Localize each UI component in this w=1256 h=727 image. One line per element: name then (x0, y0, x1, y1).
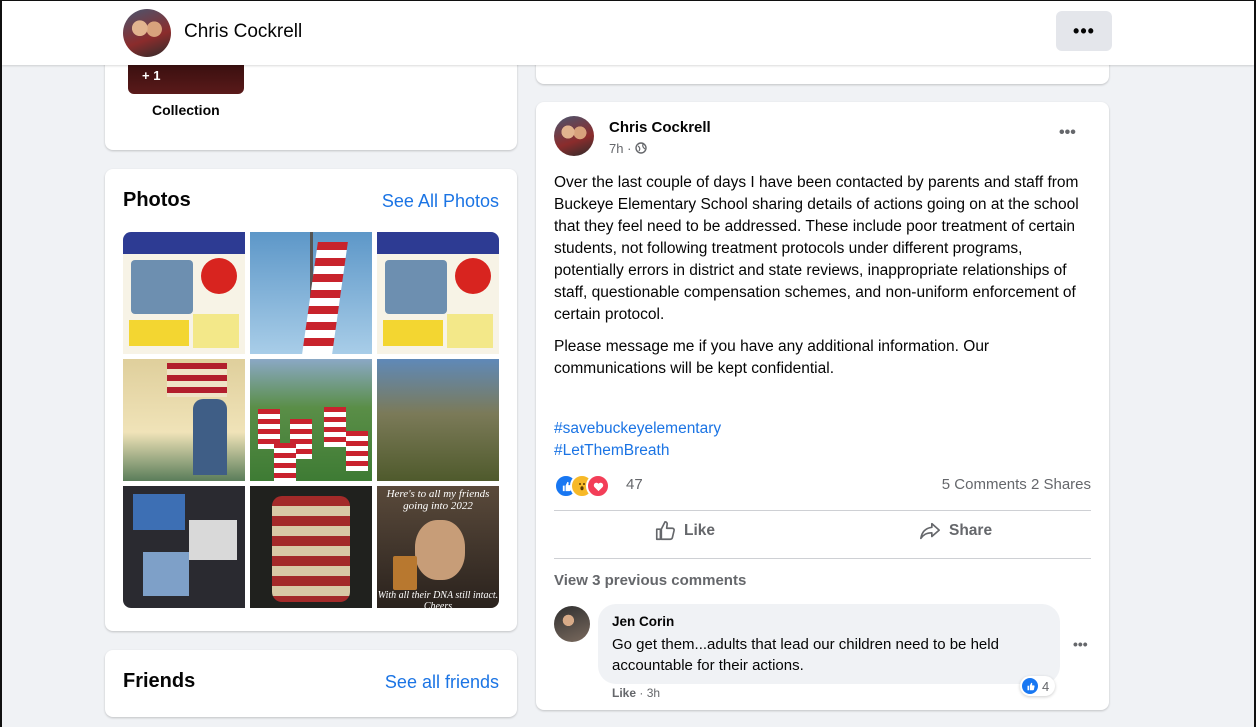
profile-name[interactable]: Chris Cockrell (184, 21, 302, 43)
friends-title: Friends (123, 670, 196, 692)
collection-label[interactable]: Collection (152, 102, 220, 118)
hashtag-link[interactable]: #savebuckeyelementary (554, 418, 721, 440)
photo-thumbnail[interactable] (377, 359, 499, 481)
post-author-avatar[interactable] (554, 116, 594, 156)
post-time-text: 7h · (609, 141, 632, 156)
like-button-label: Like (684, 522, 716, 539)
photo-thumbnail[interactable] (123, 232, 245, 354)
profile-header: Chris Cockrell ••• (2, 1, 1254, 65)
meme-top-text: Here's to all my friends going into 2022 (386, 488, 490, 512)
comment-more-options-icon[interactable]: ••• (1073, 636, 1088, 652)
post-paragraph-1: Over the last couple of days I have been… (554, 174, 1079, 323)
share-button[interactable]: Share (919, 520, 992, 542)
share-button-label: Share (949, 522, 993, 539)
view-previous-comments-link[interactable]: View 3 previous comments (554, 572, 746, 589)
divider (554, 510, 1091, 511)
comments-shares-count[interactable]: 5 Comments 2 Shares (942, 476, 1091, 493)
photos-title: Photos (123, 189, 191, 211)
share-arrow-icon (920, 522, 940, 540)
post-more-options-icon[interactable]: ••• (1059, 124, 1076, 142)
photo-thumbnail[interactable]: Here's to all my friends going into 2022… (377, 486, 499, 608)
commenter-avatar[interactable] (554, 606, 590, 642)
comment-reaction-count: 4 (1042, 678, 1050, 694)
photo-thumbnail[interactable] (123, 486, 245, 608)
comment-meta: Like · 3h (612, 686, 660, 700)
photo-thumbnail[interactable] (250, 232, 372, 354)
thumbs-up-icon (655, 521, 675, 541)
photos-card: Photos See All Photos Here's to all my f… (105, 169, 517, 631)
friends-card: Friends See all friends (105, 650, 517, 717)
photos-grid: Here's to all my friends going into 2022… (123, 232, 499, 608)
photo-thumbnail[interactable] (123, 359, 245, 481)
comment-time[interactable]: · 3h (639, 686, 660, 700)
love-reaction-icon (586, 474, 610, 498)
comment-reaction-badge[interactable]: 4 (1020, 676, 1056, 696)
post-body: Over the last couple of days I have been… (554, 172, 1094, 390)
post-paragraph-2: Please message me if you have any additi… (554, 338, 990, 377)
post-hashtags: #savebuckeyelementary #LetThemBreath (554, 418, 721, 462)
globe-icon (635, 142, 647, 154)
profile-avatar[interactable] (123, 9, 171, 57)
post-timestamp[interactable]: 7h · (609, 141, 647, 156)
post-author-name[interactable]: Chris Cockrell (609, 119, 711, 136)
more-options-button[interactable]: ••• (1056, 11, 1112, 51)
comment-text: Go get them...adults that lead our child… (612, 636, 999, 674)
photo-thumbnail[interactable] (377, 232, 499, 354)
collection-count-badge: + 1 (142, 68, 161, 83)
photo-thumbnail[interactable] (250, 359, 372, 481)
comment-like-link[interactable]: Like (612, 686, 636, 700)
meme-bottom-text: With all their DNA still intact. Cheers (377, 590, 499, 608)
post-card: Chris Cockrell 7h · ••• Over the last co… (536, 102, 1109, 710)
see-all-photos-link[interactable]: See All Photos (382, 191, 499, 212)
like-reaction-icon (1022, 678, 1038, 694)
comment-bubble: Jen Corin Go get them...adults that lead… (598, 604, 1060, 684)
like-button[interactable]: Like (654, 520, 715, 542)
reaction-count: 47 (626, 476, 643, 493)
divider (554, 558, 1091, 559)
see-all-friends-link[interactable]: See all friends (385, 672, 499, 693)
photo-thumbnail[interactable] (250, 486, 372, 608)
hashtag-link[interactable]: #LetThemBreath (554, 440, 721, 462)
commenter-name[interactable]: Jen Corin (612, 614, 674, 629)
